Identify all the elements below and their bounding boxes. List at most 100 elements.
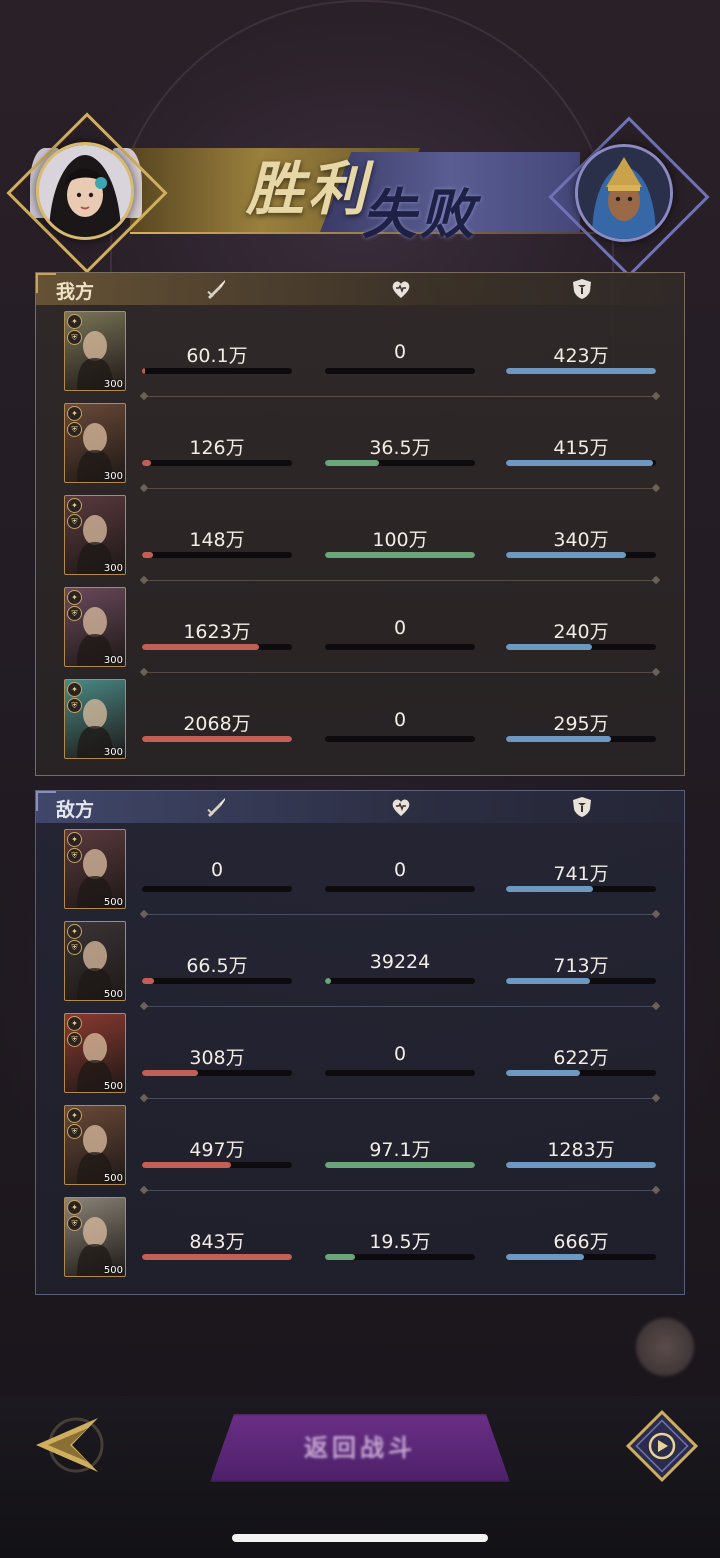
heal-stat: 100万 xyxy=(325,489,475,581)
heal-stat: 0 xyxy=(325,1007,475,1099)
damage-value: 2068万 xyxy=(183,713,251,735)
damage-value: 308万 xyxy=(189,1047,245,1069)
heart-icon xyxy=(392,281,410,298)
tank-bar xyxy=(506,736,656,742)
damage-bar xyxy=(142,1254,292,1260)
heal-bar xyxy=(325,886,475,892)
damage-bar-fill xyxy=(142,1254,292,1260)
class-badge-icon: ⛨ xyxy=(67,940,82,955)
tank-stat: 741万 xyxy=(506,823,656,915)
damage-bar-fill xyxy=(142,978,154,984)
hero-portrait[interactable]: ✦ ⛨ 300 xyxy=(64,679,126,759)
tank-value: 1283万 xyxy=(547,1139,615,1161)
element-badge-icon: ✦ xyxy=(67,406,82,421)
tank-stat: 423万 xyxy=(506,305,656,397)
tank-value: 340万 xyxy=(553,529,609,551)
tank-value: 415万 xyxy=(553,437,609,459)
heal-value: 100万 xyxy=(372,529,428,551)
enemy-avatar[interactable] xyxy=(575,144,673,242)
back-arrow-icon[interactable] xyxy=(28,1410,108,1480)
hero-portrait[interactable]: ✦ ⛨ 300 xyxy=(64,495,126,575)
ally-panel-header: 我方 xyxy=(36,273,684,305)
defeat-label: 失败 xyxy=(362,182,478,246)
heal-value: 0 xyxy=(393,709,407,731)
heart-icon xyxy=(392,799,410,816)
heal-bar xyxy=(325,368,475,374)
enemy-panel-header: 敌方 xyxy=(36,791,684,823)
corner-ornament xyxy=(36,791,56,811)
damage-value: 0 xyxy=(210,859,224,881)
element-badge-icon: ✦ xyxy=(67,314,82,329)
home-indicator xyxy=(232,1534,488,1542)
shield-icon xyxy=(573,279,591,299)
damage-value: 148万 xyxy=(189,529,245,551)
tank-stat: 415万 xyxy=(506,397,656,489)
return-battle-button[interactable]: 返回战斗 xyxy=(210,1414,510,1482)
replay-icon[interactable] xyxy=(624,1408,700,1484)
damage-bar xyxy=(142,978,292,984)
heal-bar xyxy=(325,1254,475,1260)
tank-bar-fill xyxy=(506,1254,584,1260)
heal-value: 0 xyxy=(393,859,407,881)
hero-portrait[interactable]: ✦ ⛨ 500 xyxy=(64,1013,126,1093)
heal-value: 39224 xyxy=(369,951,431,973)
heal-bar xyxy=(325,460,475,466)
damage-stat: 497万 xyxy=(142,1099,292,1191)
heal-value: 0 xyxy=(393,1043,407,1065)
damage-value: 126万 xyxy=(189,437,245,459)
damage-bar xyxy=(142,368,292,374)
floating-chat-icon[interactable] xyxy=(636,1318,694,1376)
heal-value: 0 xyxy=(393,341,407,363)
damage-stat: 0 xyxy=(142,823,292,915)
player-avatar[interactable] xyxy=(36,142,134,240)
class-badge-icon: ⛨ xyxy=(67,422,82,437)
hero-stat-row: ✦ ⛨ 300 1623万 0 240万 xyxy=(36,581,684,673)
hero-portrait[interactable]: ✦ ⛨ 500 xyxy=(64,921,126,1001)
tank-value: 666万 xyxy=(553,1231,609,1253)
heal-bar-fill xyxy=(325,978,331,984)
tank-bar-fill xyxy=(506,736,611,742)
hero-portrait[interactable]: ✦ ⛨ 500 xyxy=(64,1105,126,1185)
shield-icon xyxy=(573,797,591,817)
tank-bar xyxy=(506,1070,656,1076)
tank-value: 240万 xyxy=(553,621,609,643)
sword-icon xyxy=(207,798,225,817)
heal-value: 97.1万 xyxy=(369,1139,431,1161)
damage-bar-fill xyxy=(142,644,259,650)
heal-value: 36.5万 xyxy=(369,437,431,459)
corner-ornament xyxy=(36,273,56,293)
damage-stat: 2068万 xyxy=(142,673,292,765)
hero-portrait[interactable]: ✦ ⛨ 300 xyxy=(64,587,126,667)
damage-bar xyxy=(142,736,292,742)
damage-stat: 126万 xyxy=(142,397,292,489)
heal-bar-fill xyxy=(325,1254,355,1260)
hero-level: 500 xyxy=(103,1265,123,1276)
heal-bar xyxy=(325,978,475,984)
hero-portrait[interactable]: ✦ ⛨ 500 xyxy=(64,1197,126,1277)
tank-stat: 666万 xyxy=(506,1191,656,1283)
hero-level: 500 xyxy=(103,897,123,908)
tank-bar xyxy=(506,460,656,466)
hero-portrait[interactable]: ✦ ⛨ 300 xyxy=(64,403,126,483)
damage-bar-fill xyxy=(142,1162,231,1168)
element-badge-icon: ✦ xyxy=(67,1016,82,1031)
tank-stat: 340万 xyxy=(506,489,656,581)
damage-stat: 60.1万 xyxy=(142,305,292,397)
damage-bar xyxy=(142,886,292,892)
damage-bar xyxy=(142,1070,292,1076)
damage-stat: 843万 xyxy=(142,1191,292,1283)
hero-portrait[interactable]: ✦ ⛨ 500 xyxy=(64,829,126,909)
heal-bar-fill xyxy=(325,1162,475,1168)
damage-bar-fill xyxy=(142,736,292,742)
ally-stats-panel: 我方 ✦ ⛨ 300 60.1万 0 423万 ✦ ⛨ 300 126万 36.… xyxy=(35,272,685,776)
hero-level: 300 xyxy=(103,379,123,390)
class-badge-icon: ⛨ xyxy=(67,330,82,345)
hero-stat-row: ✦ ⛨ 500 497万 97.1万 1283万 xyxy=(36,1099,684,1191)
hero-level: 500 xyxy=(103,989,123,1000)
heal-value: 19.5万 xyxy=(369,1231,431,1253)
hero-portrait[interactable]: ✦ ⛨ 300 xyxy=(64,311,126,391)
victory-label: 胜利 xyxy=(246,155,371,223)
heal-stat: 39224 xyxy=(325,915,475,1007)
heal-stat: 97.1万 xyxy=(325,1099,475,1191)
heal-stat: 0 xyxy=(325,823,475,915)
